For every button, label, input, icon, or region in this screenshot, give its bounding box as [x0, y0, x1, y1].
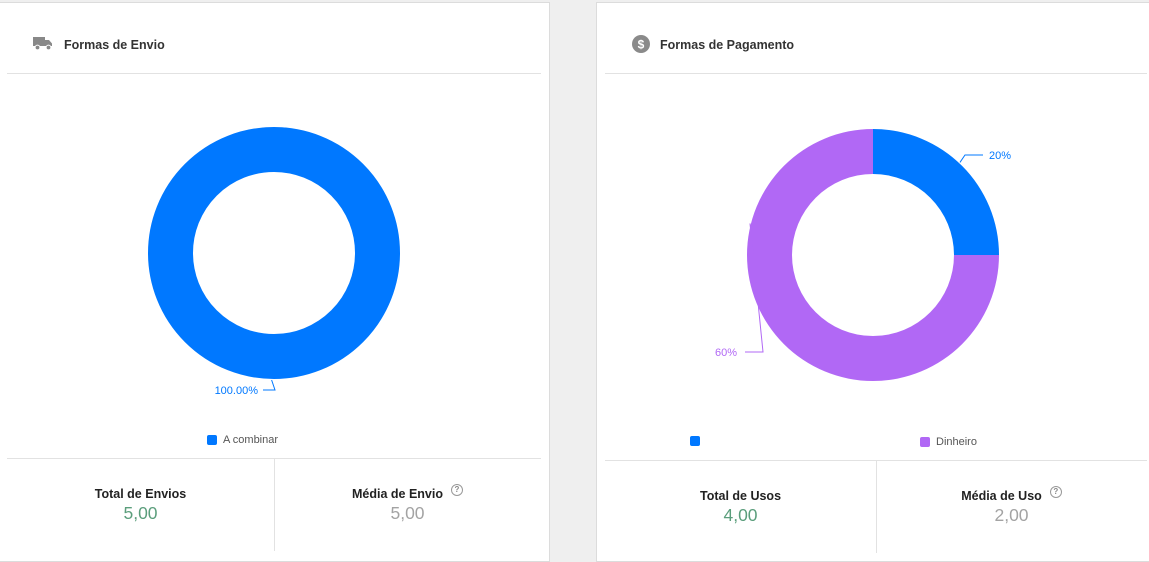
- legend-label: A combinar: [223, 434, 279, 446]
- shipping-methods-card: Formas de Envio 100.00% A combinar Total…: [0, 2, 550, 562]
- legend-swatch: [690, 436, 700, 446]
- leader-line: [263, 379, 276, 391]
- legend-label: Dinheiro: [936, 436, 977, 448]
- stat-value: 4,00: [723, 505, 758, 525]
- data-label: 20%: [989, 150, 1011, 162]
- stats-footer: Total de Usos 4,00 Média de Uso? 2,00: [605, 460, 1147, 561]
- total-envios-stat: Total de Envios 5,00: [7, 459, 275, 551]
- stat-label: Total de Envios: [94, 487, 187, 501]
- media-envio-stat: Média de Envio? 5,00: [274, 459, 541, 551]
- data-label: 60%: [715, 347, 737, 359]
- help-icon[interactable]: ?: [1049, 486, 1062, 498]
- total-usos-stat: Total de Usos 4,00: [605, 461, 877, 553]
- data-label: 100.00%: [215, 385, 259, 397]
- legend-swatch: [207, 435, 217, 445]
- stat-label-wrap: Média de Uso?: [876, 486, 1147, 503]
- leader-line: [959, 154, 983, 163]
- stat-label: Média de Uso: [961, 489, 1042, 503]
- help-icon[interactable]: ?: [451, 484, 463, 496]
- payment-donut-chart: 20% 60%: [715, 129, 1011, 381]
- stat-label: Média de Envio: [352, 487, 443, 501]
- legend-item[interactable]: Dinheiro: [920, 436, 977, 448]
- donut-slice[interactable]: [873, 129, 999, 255]
- stats-footer: Total de Envios 5,00 Média de Envio? 5,0…: [7, 458, 541, 559]
- payment-methods-card: $ Formas de Pagamento 20% 60% Dinheiro To…: [596, 2, 1149, 562]
- legend-item[interactable]: [690, 436, 706, 446]
- stat-value: 5,00: [390, 503, 425, 523]
- media-uso-stat: Média de Uso? 2,00: [876, 461, 1147, 553]
- shipping-donut-chart: 100.00%: [148, 127, 400, 397]
- donut-slice[interactable]: [148, 127, 400, 379]
- stat-label-wrap: Média de Envio?: [274, 484, 541, 501]
- stat-label: Total de Usos: [699, 489, 782, 503]
- legend-item[interactable]: A combinar: [207, 434, 278, 446]
- legend-swatch: [920, 437, 930, 447]
- stat-value: 2,00: [994, 505, 1029, 525]
- stat-value: 5,00: [123, 503, 158, 523]
